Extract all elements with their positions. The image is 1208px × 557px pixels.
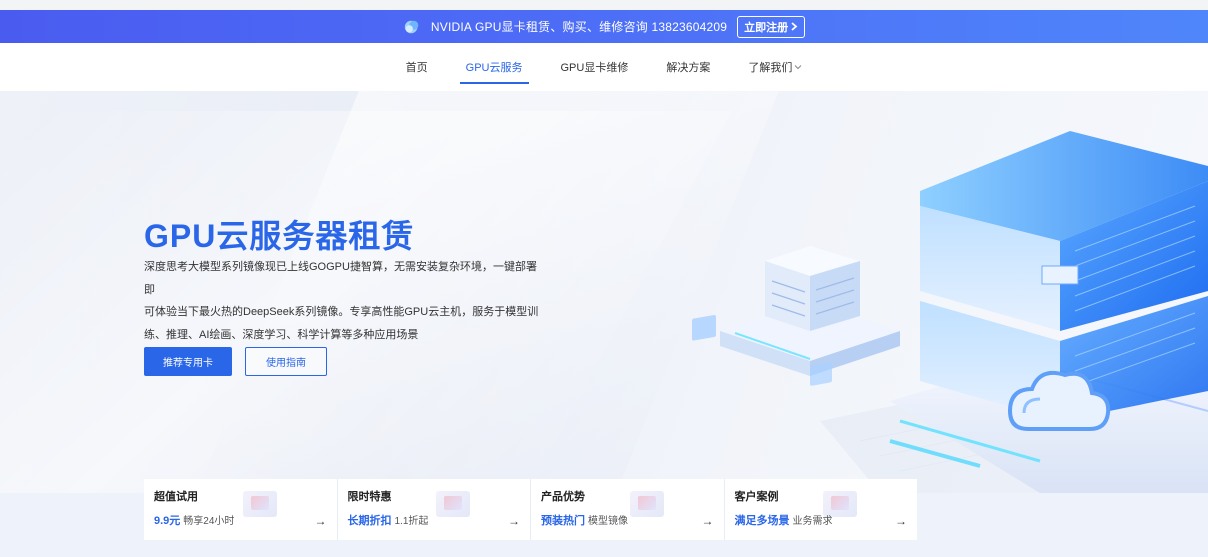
- card-detail: 预装热门 模型镜像: [541, 512, 628, 528]
- main-nav: 首页 GPU云服务 GPU显卡维修 解决方案 了解我们: [0, 43, 1208, 91]
- cloud-logo-icon: [404, 20, 419, 33]
- card-highlight: 满足多场景: [734, 515, 790, 527]
- user-guide-button[interactable]: 使用指南: [245, 347, 327, 376]
- feature-cards: 超值试用 9.9元 畅享24小时 → 限时特惠 长期折扣 1.1折起 → 产品优…: [144, 479, 917, 540]
- offer-thumbnail-icon: [436, 491, 470, 517]
- nav-item-solutions[interactable]: 解决方案: [660, 43, 716, 91]
- nav-label: GPU显卡维修: [560, 62, 629, 74]
- nav-item-gpu-cloud[interactable]: GPU云服务: [459, 43, 529, 91]
- arrow-right-icon[interactable]: →: [315, 514, 327, 528]
- card-title: 产品优势: [541, 491, 585, 503]
- card-limited-offer[interactable]: 限时特惠 长期折扣 1.1折起 →: [337, 479, 530, 540]
- card-subtext: 模型镜像: [588, 516, 628, 527]
- card-detail: 长期折扣 1.1折起: [348, 512, 429, 528]
- card-subtext: 畅享24小时: [183, 516, 235, 527]
- register-button[interactable]: 立即注册: [737, 15, 806, 38]
- arrow-right-icon[interactable]: →: [895, 514, 907, 528]
- desc-line: 可体验当下最火热的DeepSeek系列镜像。专享高性能GPU云主机，服务于模型训: [144, 306, 539, 318]
- card-subtext: 1.1折起: [394, 516, 429, 527]
- card-product-advantage[interactable]: 产品优势 预装热门 模型镜像 →: [531, 479, 724, 540]
- card-detail: 9.9元 畅享24小时: [154, 512, 234, 528]
- trial-thumbnail-icon: [242, 491, 277, 517]
- chevron-down-icon: [794, 65, 802, 70]
- card-highlight: 预装热门: [541, 515, 585, 527]
- promo-text: NVIDIA GPU显卡租赁、购买、维修咨询 13823604209: [430, 20, 728, 34]
- card-highlight: 9.9元: [154, 515, 181, 527]
- card-free-trial[interactable]: 超值试用 9.9元 畅享24小时 →: [144, 479, 337, 540]
- chevron-right-icon: [791, 22, 798, 31]
- card-highlight: 长期折扣: [347, 515, 392, 527]
- desc-line: 练、推理、AI绘画、深度学习、科学计算等多种应用场景: [144, 328, 419, 341]
- hero-section: GPU云服务器租赁 深度思考大模型系列镜像现已上线GOGPU捷智算，无需安装复杂…: [0, 91, 1208, 493]
- top-strip: [0, 0, 1208, 10]
- card-title: 超值试用: [154, 491, 198, 503]
- card-title: 限时特惠: [347, 491, 392, 503]
- card-detail: 满足多场景 业务需求: [735, 512, 833, 528]
- card-title: 客户案例: [734, 491, 779, 503]
- desc-line: 深度思考大模型系列镜像现已上线GOGPU捷智算，无需安装复杂环境，一键部署即: [144, 261, 537, 296]
- nav-label: GPU云服务: [465, 62, 523, 74]
- register-label: 立即注册: [744, 21, 789, 34]
- nav-label: 首页: [405, 62, 428, 74]
- nav-item-about[interactable]: 了解我们: [742, 43, 808, 91]
- card-customer-cases[interactable]: 客户案例 满足多场景 业务需求 →: [724, 479, 917, 540]
- promo-banner: NVIDIA GPU显卡租赁、购买、维修咨询 13823604209 立即注册: [0, 10, 1208, 43]
- recommend-card-button[interactable]: 推荐专用卡: [144, 347, 232, 376]
- arrow-right-icon[interactable]: →: [508, 514, 520, 528]
- hero-title: GPU云服务器租赁: [144, 218, 415, 254]
- hero-description: 深度思考大模型系列镜像现已上线GOGPU捷智算，无需安装复杂环境，一键部署即 可…: [144, 256, 544, 346]
- arrow-right-icon[interactable]: →: [702, 514, 714, 528]
- product-thumbnail-icon: [629, 491, 664, 517]
- nav-item-gpu-repair[interactable]: GPU显卡维修: [555, 43, 635, 91]
- nav-item-home[interactable]: 首页: [400, 43, 434, 91]
- server-cloud-illustration: [692, 131, 1208, 493]
- nav-label: 了解我们: [748, 62, 793, 74]
- nav-label: 解决方案: [666, 62, 711, 74]
- card-subtext: 业务需求: [792, 516, 833, 527]
